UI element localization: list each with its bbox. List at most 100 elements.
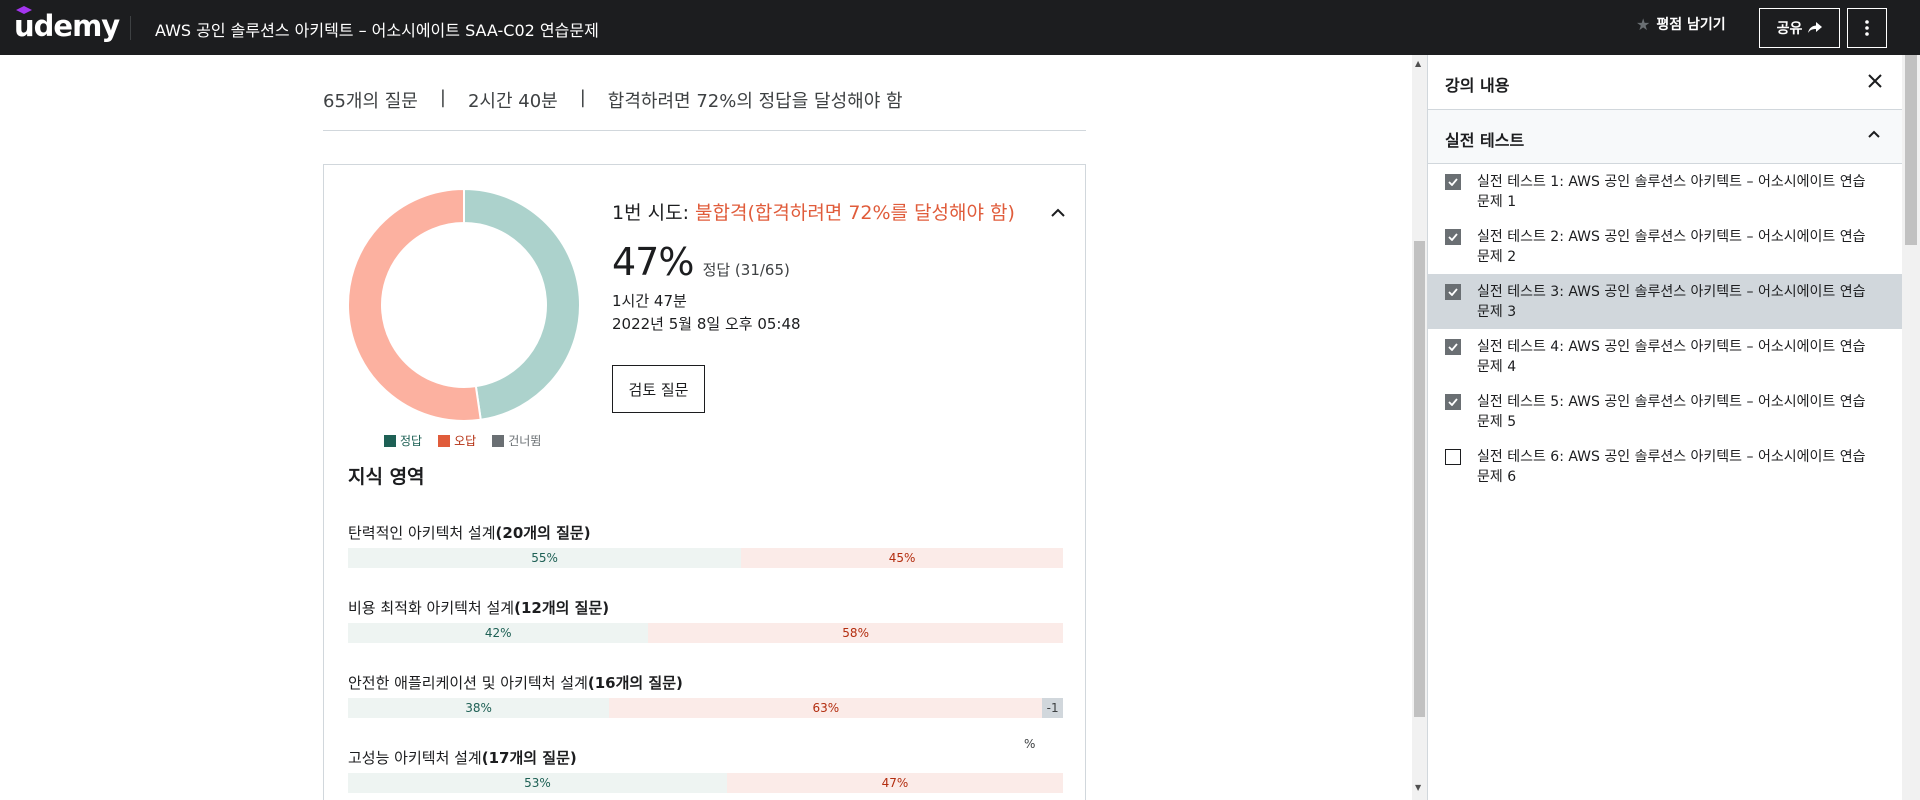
domain-name: 비용 최적화 아키텍처 설계 <box>348 599 515 617</box>
completion-checkbox[interactable] <box>1445 394 1461 410</box>
bar-skip-segment: -1 <box>1042 698 1063 718</box>
leave-rating-button[interactable]: ★ 평점 남기기 <box>1636 14 1726 34</box>
legend-correct: 정답 <box>384 432 422 449</box>
sidebar-item-label: 실전 테스트 3: AWS 공인 솔루션스 아키텍트 – 어소시에이트 연습문제… <box>1477 284 1866 320</box>
domain-question-count: (16개의 질문) <box>587 674 683 692</box>
legend-skipped: 건너뜀 <box>492 432 541 449</box>
skip-unit-label: % <box>1024 737 1036 751</box>
completion-checkbox[interactable] <box>1445 229 1461 245</box>
test-duration: 2시간 40분 <box>467 91 558 112</box>
result-donut-chart <box>348 189 580 421</box>
scroll-down-icon[interactable]: ▼ <box>1415 783 1421 792</box>
main-scrollbar[interactable]: ▲ ▼ <box>1412 55 1427 800</box>
sidebar-item-practice-test[interactable]: 실전 테스트 3: AWS 공인 솔루션스 아키텍트 – 어소시에이트 연습문제… <box>1428 274 1903 329</box>
domain-label: 비용 최적화 아키텍처 설계(12개의 질문) <box>348 597 1063 618</box>
knowledge-domain: 고성능 아키텍처 설계(17개의 질문) 53% 47% <box>348 747 1063 793</box>
domain-question-count: (17개의 질문) <box>481 749 577 767</box>
review-questions-button[interactable]: 검토 질문 <box>612 365 705 413</box>
legend-swatch-correct <box>384 434 396 447</box>
knowledge-domain: 안전한 애플리케이션 및 아키텍처 설계(16개의 질문) 38% 63% -1 <box>348 672 1063 718</box>
knowledge-domain: 탄력적인 아키텍처 설계(20개의 질문) 55% 45% <box>348 522 1063 568</box>
share-label: 공유 <box>1776 21 1803 37</box>
legend-swatch-skipped <box>492 434 505 447</box>
bar-correct-segment: 53% <box>348 773 727 793</box>
course-title[interactable]: AWS 공인 솔루션스 아키텍트 – 어소시에이트 SAA-C02 연습문제 <box>155 17 599 41</box>
question-count: 65개의 질문 <box>323 91 418 112</box>
legend-correct-label: 정답 <box>400 434 423 448</box>
domain-result-bar: 42% 58% <box>348 623 1063 643</box>
legend-skipped-label: 건너뜀 <box>508 434 542 448</box>
domain-question-count: (20개의 질문) <box>495 524 591 542</box>
attempt-label: 1번 시도: <box>612 202 689 224</box>
checkmark-icon <box>1448 343 1458 351</box>
bar-wrong-label: 47% <box>881 776 909 790</box>
completion-checkbox[interactable] <box>1445 174 1461 190</box>
test-summary: 65개의 질문 | 2시간 40분 | 합격하려면 72%의 정답을 달성해야 … <box>323 87 1086 131</box>
checkmark-icon <box>1448 178 1458 186</box>
bar-wrong-label: 45% <box>888 551 916 565</box>
sidebar-scrollbar[interactable] <box>1902 55 1920 800</box>
section-header[interactable]: 실전 테스트 <box>1428 110 1903 164</box>
scroll-up-icon[interactable]: ▲ <box>1415 59 1421 68</box>
more-options-button[interactable] <box>1847 8 1887 48</box>
checkmark-icon <box>1448 398 1458 406</box>
udemy-logo[interactable]: udemy <box>14 6 120 46</box>
summary-separator: | <box>439 87 446 108</box>
sidebar-item-practice-test[interactable]: 실전 테스트 6: AWS 공인 솔루션스 아키텍트 – 어소시에이트 연습문제… <box>1428 439 1903 494</box>
sidebar-item-label: 실전 테스트 2: AWS 공인 솔루션스 아키텍트 – 어소시에이트 연습문제… <box>1477 229 1866 265</box>
bar-skip-label: -1 <box>1046 701 1059 715</box>
completion-checkbox[interactable] <box>1445 449 1461 465</box>
sidebar-item-practice-test[interactable]: 실전 테스트 4: AWS 공인 솔루션스 아키텍트 – 어소시에이트 연습문제… <box>1428 329 1903 384</box>
bar-correct-segment: 42% <box>348 623 649 643</box>
bar-wrong-segment: 45% <box>741 548 1063 568</box>
course-content-sidebar: 강의 내용 실전 테스트 실전 테스트 1: AWS 공인 솔루션스 아키텍트 … <box>1427 55 1903 800</box>
domain-label: 고성능 아키텍처 설계(17개의 질문) <box>348 747 1063 768</box>
chevron-up-icon <box>1868 130 1880 138</box>
close-sidebar-button[interactable] <box>1868 69 1882 93</box>
donut-slice-wrong <box>348 189 482 421</box>
chart-legend: 정답 오답 건너뜀 <box>384 432 541 449</box>
score: 47% 정답 (31/65) <box>612 240 790 284</box>
main-scrollbar-thumb[interactable] <box>1414 241 1425 717</box>
header-divider <box>130 16 131 40</box>
bar-correct-label: 42% <box>484 626 512 640</box>
bar-wrong-segment: 58% <box>648 623 1063 643</box>
sidebar-item-practice-test[interactable]: 실전 테스트 2: AWS 공인 솔루션스 아키텍트 – 어소시에이트 연습문제… <box>1428 219 1903 274</box>
score-detail: 정답 (31/65) <box>702 261 790 279</box>
top-header: udemy AWS 공인 솔루션스 아키텍트 – 어소시에이트 SAA-C02 … <box>0 0 1920 55</box>
legend-swatch-wrong <box>438 434 451 447</box>
attempt-date: 2022년 5월 8일 오후 05:48 <box>612 315 801 333</box>
domain-name: 안전한 애플리케이션 및 아키텍처 설계 <box>348 674 588 692</box>
sidebar-item-label: 실전 테스트 1: AWS 공인 솔루션스 아키텍트 – 어소시에이트 연습문제… <box>1477 174 1866 210</box>
domain-result-bar: 55% 45% <box>348 548 1063 568</box>
bar-correct-label: 53% <box>524 776 551 790</box>
rate-label: 평점 남기기 <box>1656 17 1726 33</box>
sidebar-item-label: 실전 테스트 6: AWS 공인 솔루션스 아키텍트 – 어소시에이트 연습문제… <box>1477 449 1866 485</box>
donut-slice-correct <box>463 189 580 421</box>
star-icon: ★ <box>1636 14 1651 34</box>
kebab-icon <box>1865 20 1869 36</box>
domain-label: 탄력적인 아키텍처 설계(20개의 질문) <box>348 522 1063 543</box>
completion-checkbox[interactable] <box>1445 339 1461 355</box>
share-button[interactable]: 공유 <box>1759 8 1840 48</box>
checkmark-icon <box>1448 233 1458 241</box>
sidebar-item-label: 실전 테스트 4: AWS 공인 솔루션스 아키텍트 – 어소시에이트 연습문제… <box>1477 339 1866 375</box>
sidebar-scrollbar-thumb[interactable] <box>1905 55 1917 245</box>
time-taken: 1시간 47분 <box>612 292 687 310</box>
logo-text: udemy <box>14 9 120 43</box>
bar-correct-segment: 55% <box>348 548 742 568</box>
bar-wrong-segment: 47% <box>726 773 1063 793</box>
domain-result-bar: 53% 47% <box>348 773 1063 793</box>
fail-status: 불합격(합격하려면 72%를 달성해야 함) <box>695 202 1015 224</box>
collapse-button[interactable] <box>1044 198 1072 226</box>
completion-checkbox[interactable] <box>1445 284 1461 300</box>
sidebar-item-practice-test[interactable]: 실전 테스트 5: AWS 공인 솔루션스 아키텍트 – 어소시에이트 연습문제… <box>1428 384 1903 439</box>
knowledge-area-title: 지식 영역 <box>348 466 425 488</box>
section-chevron[interactable] <box>1868 126 1880 142</box>
summary-separator: | <box>579 87 586 108</box>
section-title: 실전 테스트 <box>1445 131 1525 150</box>
close-icon <box>1868 74 1882 88</box>
sidebar-item-practice-test[interactable]: 실전 테스트 1: AWS 공인 솔루션스 아키텍트 – 어소시에이트 연습문제… <box>1428 164 1903 219</box>
bar-wrong-label: 58% <box>842 626 869 640</box>
score-percent: 47% <box>612 240 694 284</box>
